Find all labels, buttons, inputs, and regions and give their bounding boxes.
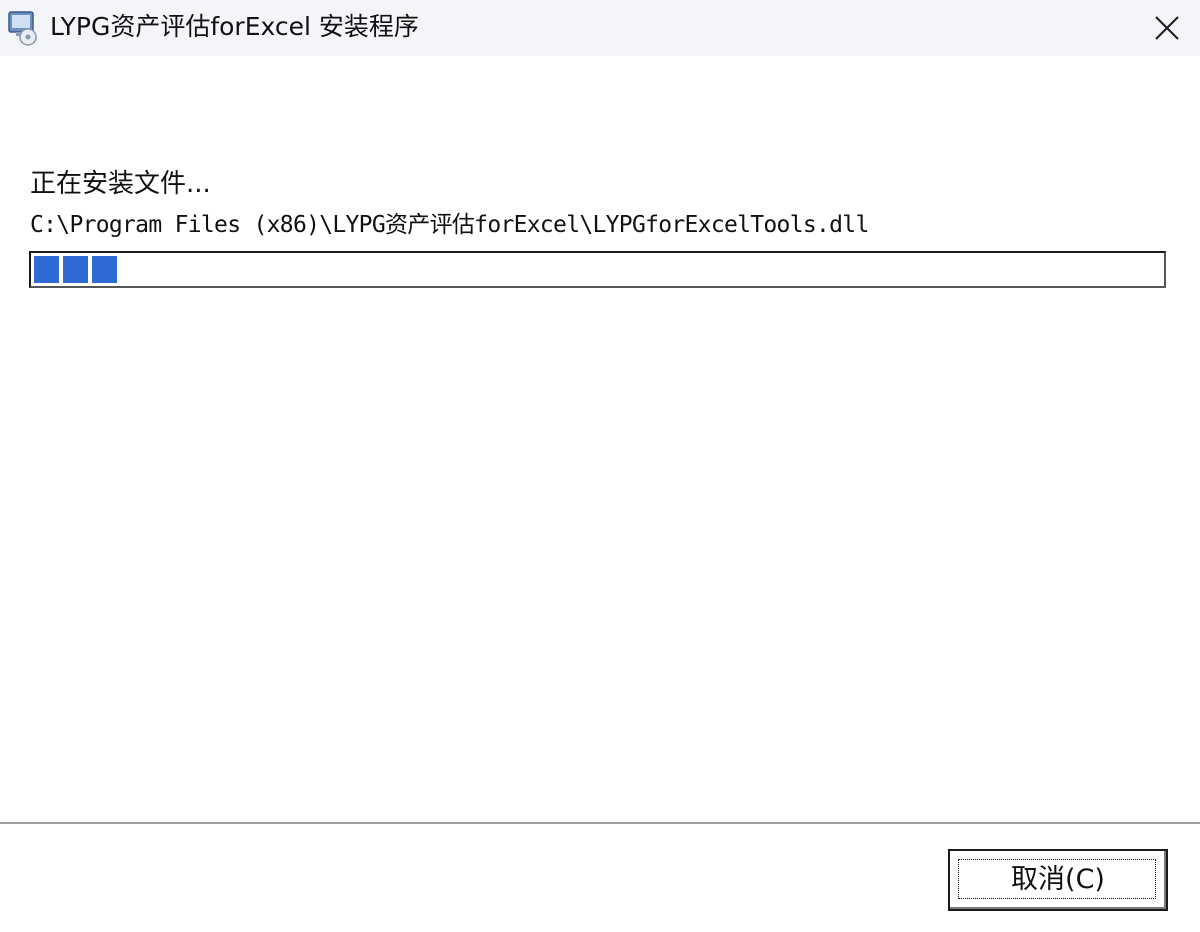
- window-title: LYPG资产评估forExcel 安装程序: [50, 12, 419, 41]
- cancel-button-label: 取消(C): [1011, 864, 1105, 895]
- progress-block: [92, 256, 117, 283]
- close-button[interactable]: [1140, 4, 1192, 50]
- progress-block: [34, 256, 59, 283]
- footer-separator: [0, 822, 1200, 825]
- install-progress-bar: [29, 251, 1166, 288]
- cancel-button[interactable]: 取消(C): [948, 849, 1168, 911]
- installer-icon: [6, 10, 40, 46]
- installer-window: LYPG资产评估forExcel 安装程序 正在安装文件... C:\Progr…: [0, 0, 1200, 932]
- current-file-path: C:\Program Files (x86)\LYPG资产评估forExcel\…: [30, 212, 869, 238]
- install-status-text: 正在安装文件...: [30, 169, 211, 199]
- close-icon: [1155, 16, 1179, 40]
- progress-block: [63, 256, 88, 283]
- title-bar: LYPG资产评估forExcel 安装程序: [0, 0, 1200, 56]
- progress-fill: [34, 256, 117, 283]
